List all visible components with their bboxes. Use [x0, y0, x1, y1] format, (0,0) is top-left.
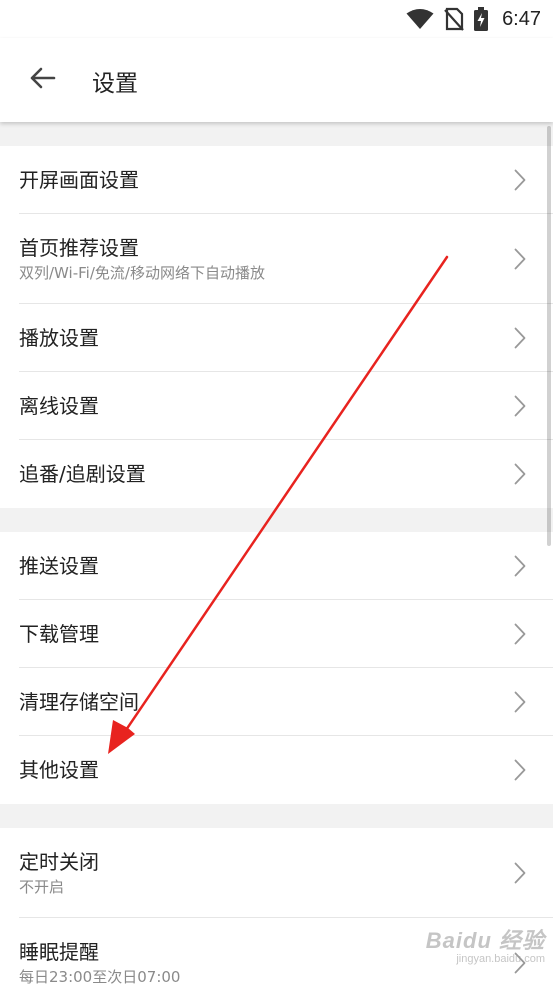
row-title: 清理存储空间 — [19, 690, 139, 714]
row-title: 定时关闭 — [19, 850, 99, 874]
row-download-management[interactable]: 下载管理 — [0, 600, 553, 668]
row-title: 开屏画面设置 — [19, 168, 139, 192]
settings-group-3: 定时关闭 不开启 睡眠提醒 每日23:00至次日07:00 — [0, 828, 553, 1008]
status-icons: 6:47 — [406, 6, 541, 32]
chevron-right-icon — [512, 861, 528, 885]
wifi-icon — [406, 8, 434, 30]
watermark-main: Baidu 经验 — [425, 928, 545, 953]
row-title: 播放设置 — [19, 326, 99, 350]
page-title: 设置 — [92, 71, 138, 97]
row-other-settings[interactable]: 其他设置 — [0, 736, 553, 804]
chevron-right-icon — [512, 758, 528, 782]
row-title: 下载管理 — [19, 622, 99, 646]
settings-list: 开屏画面设置 首页推荐设置 双列/Wi-Fi/免流/移动网络下自动播放 播放设置 — [0, 122, 553, 1008]
row-offline-settings[interactable]: 离线设置 — [0, 372, 553, 440]
status-time: 6:47 — [502, 7, 541, 30]
row-title: 离线设置 — [19, 394, 99, 418]
battery-charging-icon — [474, 7, 489, 31]
chevron-right-icon — [512, 394, 528, 418]
chevron-right-icon — [512, 168, 528, 192]
row-timer-off[interactable]: 定时关闭 不开启 — [0, 828, 553, 918]
chevron-right-icon — [512, 326, 528, 350]
arrow-left-icon — [28, 66, 56, 94]
row-title: 其他设置 — [19, 758, 99, 782]
settings-group-1: 开屏画面设置 首页推荐设置 双列/Wi-Fi/免流/移动网络下自动播放 播放设置 — [0, 146, 553, 508]
row-subtitle: 双列/Wi-Fi/免流/移动网络下自动播放 — [19, 264, 265, 282]
back-button[interactable] — [20, 58, 64, 102]
chevron-right-icon — [512, 462, 528, 486]
row-playback-settings[interactable]: 播放设置 — [0, 304, 553, 372]
row-push-settings[interactable]: 推送设置 — [0, 532, 553, 600]
row-follow-series-settings[interactable]: 追番/追剧设置 — [0, 440, 553, 508]
status-bar: 6:47 — [0, 0, 553, 38]
scrollbar-thumb[interactable] — [547, 126, 551, 546]
settings-group-2: 推送设置 下载管理 清理存储空间 其他设置 — [0, 532, 553, 804]
no-sim-icon — [444, 7, 464, 31]
row-title: 推送设置 — [19, 554, 99, 578]
row-title: 追番/追剧设置 — [19, 462, 146, 486]
chevron-right-icon — [512, 622, 528, 646]
row-home-recommend-settings[interactable]: 首页推荐设置 双列/Wi-Fi/免流/移动网络下自动播放 — [0, 214, 553, 304]
row-clear-storage[interactable]: 清理存储空间 — [0, 668, 553, 736]
row-title: 首页推荐设置 — [19, 236, 139, 260]
app-bar: 设置 — [0, 38, 553, 122]
chevron-right-icon — [512, 247, 528, 271]
row-subtitle: 不开启 — [19, 878, 65, 896]
chevron-right-icon — [512, 690, 528, 714]
watermark: Baidu 经验 jingyan.baidu.com — [426, 923, 545, 965]
chevron-right-icon — [512, 554, 528, 578]
row-splash-screen-settings[interactable]: 开屏画面设置 — [0, 146, 553, 214]
row-subtitle: 每日23:00至次日07:00 — [19, 968, 181, 986]
